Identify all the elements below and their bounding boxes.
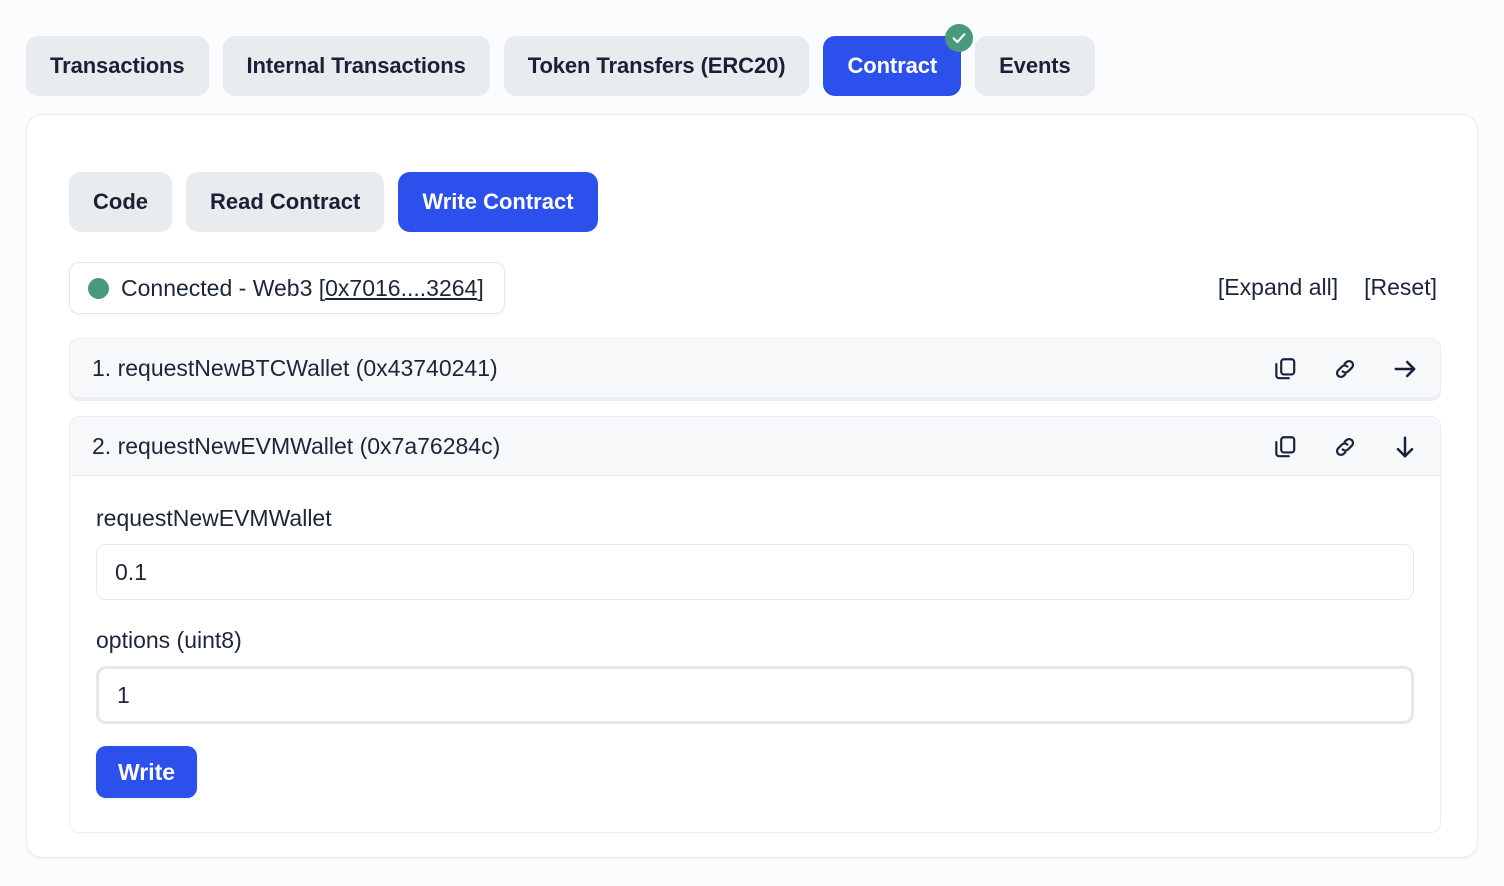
tab-label: Contract [847, 53, 938, 78]
link-icon[interactable] [1332, 356, 1358, 382]
tab-label: Transactions [50, 53, 185, 78]
form-field-options: options (uint8) [96, 626, 1414, 724]
copy-icon[interactable] [1272, 434, 1298, 460]
tab-label: Internal Transactions [246, 53, 466, 78]
form-field-amount: requestNewEVMWallet [96, 504, 1414, 600]
tab-internal-transactions[interactable]: Internal Transactions [222, 36, 490, 96]
function-title: 1. requestNewBTCWallet (0x43740241) [92, 355, 498, 381]
tab-token-transfers[interactable]: Token Transfers (ERC20) [503, 36, 810, 96]
contract-card: Code Read Contract Write Contract Connec… [26, 114, 1478, 858]
subtab-label: Write Contract [422, 189, 574, 214]
function-header-2[interactable]: 2. requestNewEVMWallet (0x7a76284c) [69, 416, 1441, 476]
tab-label: Events [999, 53, 1071, 78]
connection-text: Connected - Web3 [0x7016....3264] [121, 274, 484, 302]
function-body-2: requestNewEVMWallet options (uint8) Writ… [69, 476, 1441, 833]
tab-events[interactable]: Events [975, 36, 1095, 96]
wallet-connection-status[interactable]: Connected - Web3 [0x7016....3264] [69, 262, 505, 314]
connected-address-link[interactable]: 0x7016....3264 [325, 275, 477, 301]
check-badge-icon [945, 24, 974, 52]
reset-link[interactable]: [Reset] [1364, 272, 1437, 302]
arrow-right-icon[interactable] [1392, 356, 1418, 382]
subtab-read-contract[interactable]: Read Contract [186, 172, 385, 232]
page-root: Transactions Internal Transactions Token… [0, 0, 1504, 886]
subtab-label: Read Contract [210, 189, 361, 214]
amount-input[interactable] [96, 544, 1414, 600]
subtab-label: Code [93, 189, 148, 214]
contract-function-list: 1. requestNewBTCWallet (0x43740241) 2. r… [69, 338, 1441, 833]
status-dot-icon [88, 277, 109, 299]
connection-suffix: ] [477, 275, 484, 301]
subtab-write-contract[interactable]: Write Contract [398, 172, 598, 232]
tab-transactions[interactable]: Transactions [26, 36, 209, 96]
function-item-1: 1. requestNewBTCWallet (0x43740241) [69, 338, 1441, 398]
function-title: 2. requestNewEVMWallet (0x7a76284c) [92, 433, 501, 459]
tab-contract[interactable]: Contract [823, 24, 974, 96]
function-header-1[interactable]: 1. requestNewBTCWallet (0x43740241) [69, 338, 1441, 398]
function-icons [1272, 417, 1418, 477]
copy-icon[interactable] [1272, 356, 1298, 382]
arrow-down-icon[interactable] [1392, 434, 1418, 460]
connection-actions: [Expand all] [Reset] [1218, 272, 1437, 302]
options-input[interactable] [96, 666, 1414, 724]
primary-tab-strip: Transactions Internal Transactions Token… [26, 24, 1095, 96]
write-button[interactable]: Write [96, 746, 198, 798]
tab-label: Token Transfers (ERC20) [527, 53, 786, 78]
field-label: requestNewEVMWallet [96, 505, 332, 531]
connection-row: Connected - Web3 [0x7016....3264] [Expan… [69, 262, 1437, 316]
contract-subtab-strip: Code Read Contract Write Contract [69, 172, 598, 232]
link-icon[interactable] [1332, 434, 1358, 460]
subtab-code[interactable]: Code [69, 172, 172, 232]
function-item-2: 2. requestNewEVMWallet (0x7a76284c) requ… [69, 416, 1441, 833]
connection-prefix: Connected - Web3 [ [121, 275, 326, 301]
function-icons [1272, 339, 1418, 399]
expand-all-link[interactable]: [Expand all] [1218, 272, 1338, 302]
field-label: options (uint8) [96, 627, 242, 653]
